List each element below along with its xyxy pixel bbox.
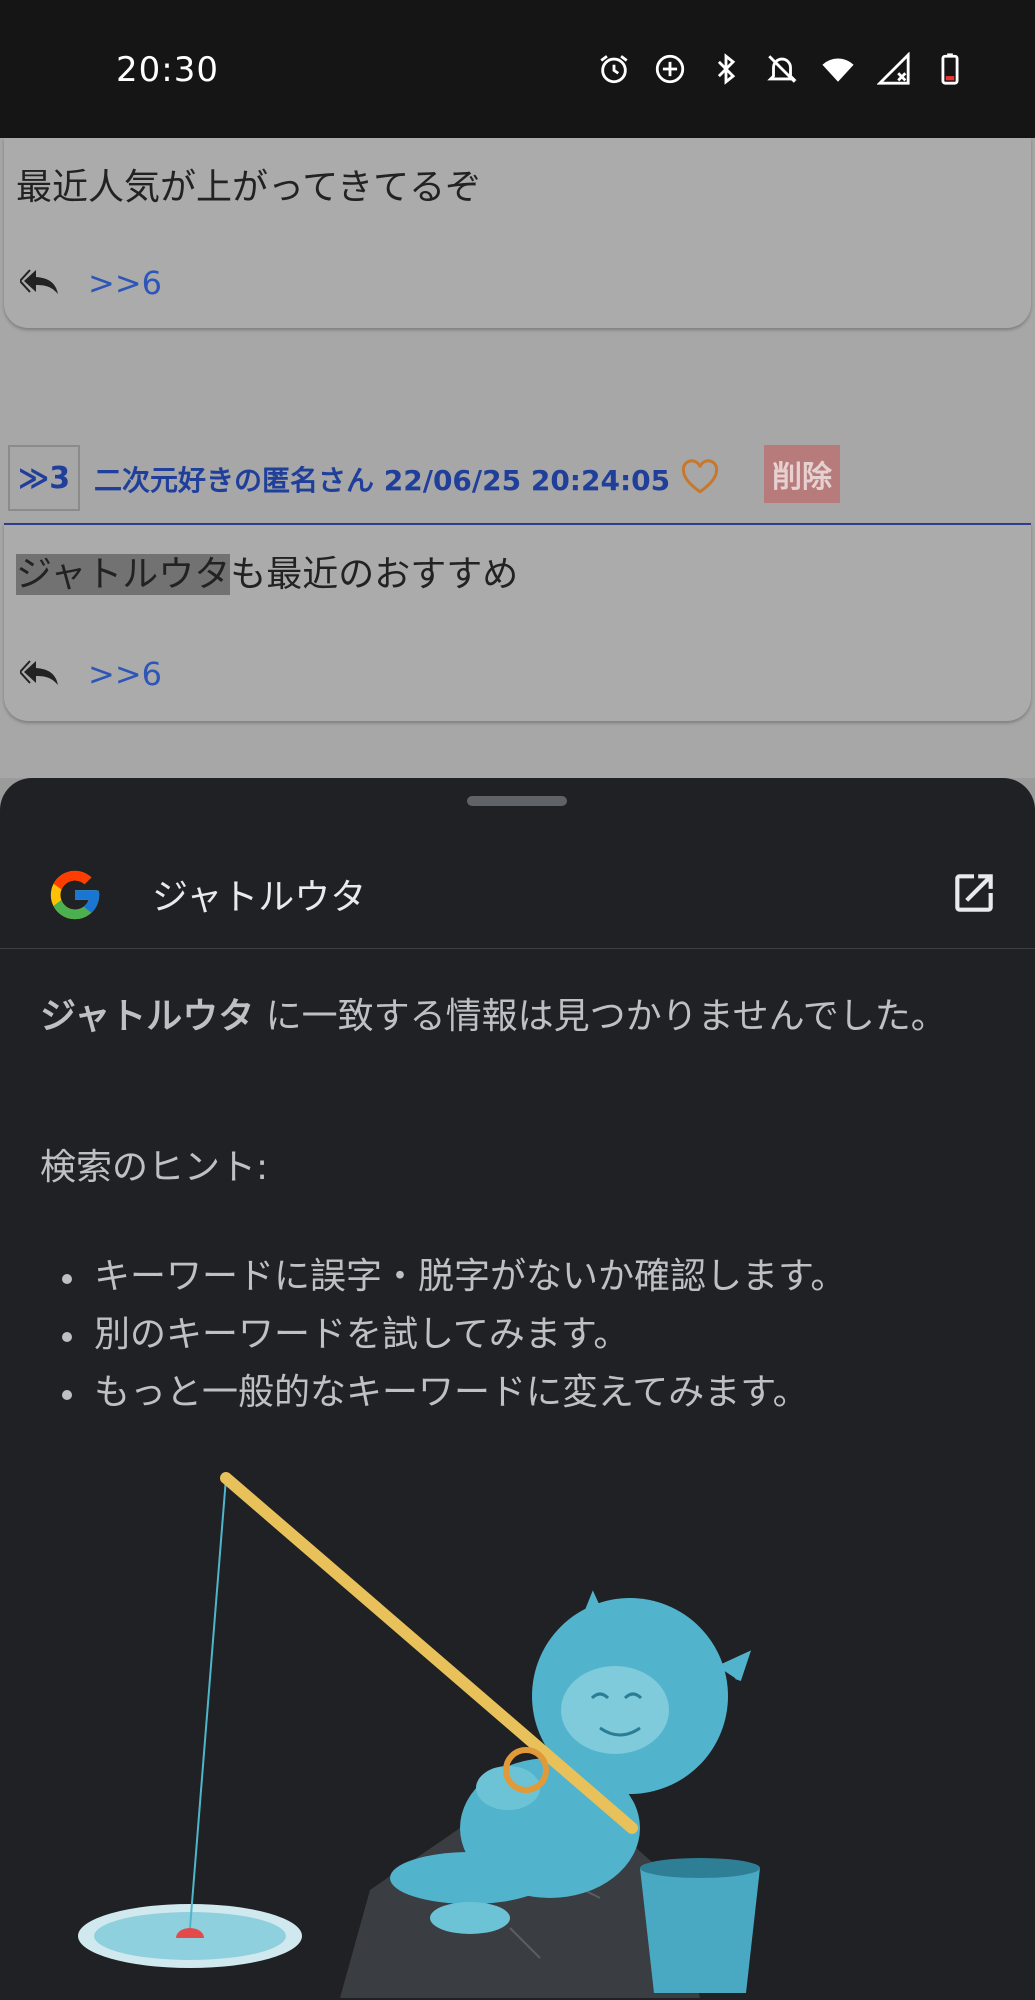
- post-number-button[interactable]: ≫3: [8, 445, 80, 511]
- poster-info: 二次元好きの匿名さん 22/06/25 20:24:05: [94, 464, 671, 497]
- bell-off-icon: [765, 52, 799, 86]
- bluetooth-icon: [709, 52, 743, 86]
- reply-row: >>6: [18, 264, 162, 302]
- post-text-rest: も最近のおすすめ: [230, 554, 519, 595]
- post-card: ジャトルウタも最近のおすすめ >>6: [4, 523, 1031, 721]
- heart-icon[interactable]: [680, 459, 720, 499]
- alarm-icon: [597, 52, 631, 86]
- reply-row: >>6: [18, 655, 162, 693]
- open-in-new-icon[interactable]: [949, 868, 999, 918]
- tip-item: キーワードに誤字・脱字がないか確認します。: [40, 1248, 846, 1306]
- post-text: 最近人気が上がってきてるぞ: [16, 167, 482, 208]
- wifi-icon: [821, 52, 855, 86]
- post-text: ジャトルウタも最近のおすすめ: [16, 545, 518, 597]
- selected-text: ジャトルウタ: [16, 554, 231, 595]
- thread-background: 最近人気が上がってきてるぞ >>6 ≫3 二次元好きの匿名さん 22/06/25…: [0, 138, 1035, 778]
- reply-anchor-link[interactable]: >>6: [88, 264, 162, 302]
- signal-off-icon: [876, 51, 911, 86]
- sheet-drag-handle[interactable]: [467, 796, 567, 806]
- status-icons: [597, 51, 967, 86]
- tips-title: 検索のヒント:: [40, 1147, 269, 1188]
- sheet-header: ジャトルウタ: [0, 818, 1035, 949]
- tips-list: キーワードに誤字・脱字がないか確認します。 別のキーワードを試してみます。 もっ…: [40, 1248, 846, 1422]
- no-result-query: ジャトルウタ: [40, 996, 255, 1037]
- google-search-sheet: ジャトルウタ ジャトルウタ に一致する情報は見つかりませんでした。 検索のヒント…: [0, 778, 1035, 2000]
- post-card: 最近人気が上がってきてるぞ >>6: [4, 138, 1031, 328]
- fishing-yeti-illustration: [78, 1472, 760, 1998]
- no-result-message: ジャトルウタ に一致する情報は見つかりませんでした。: [40, 988, 1000, 1046]
- reply-anchor-link[interactable]: >>6: [88, 655, 162, 693]
- delete-button[interactable]: 削除: [764, 445, 840, 503]
- search-query: ジャトルウタ: [152, 877, 367, 918]
- status-bar: 20:30: [0, 0, 1035, 138]
- tip-item: もっと一般的なキーワードに変えてみます。: [40, 1364, 846, 1422]
- data-saver-icon: [653, 52, 687, 86]
- google-logo-icon: [46, 866, 104, 924]
- post-header: ≫3 二次元好きの匿名さん 22/06/25 20:24:05 削除: [8, 445, 1028, 515]
- no-result-text: に一致する情報は見つかりませんでした。: [254, 996, 947, 1037]
- tip-item: 別のキーワードを試してみます。: [40, 1306, 846, 1364]
- status-time: 20:30: [116, 50, 219, 90]
- reply-all-icon[interactable]: [18, 657, 60, 691]
- reply-all-icon[interactable]: [18, 266, 60, 300]
- battery-icon: [933, 52, 967, 86]
